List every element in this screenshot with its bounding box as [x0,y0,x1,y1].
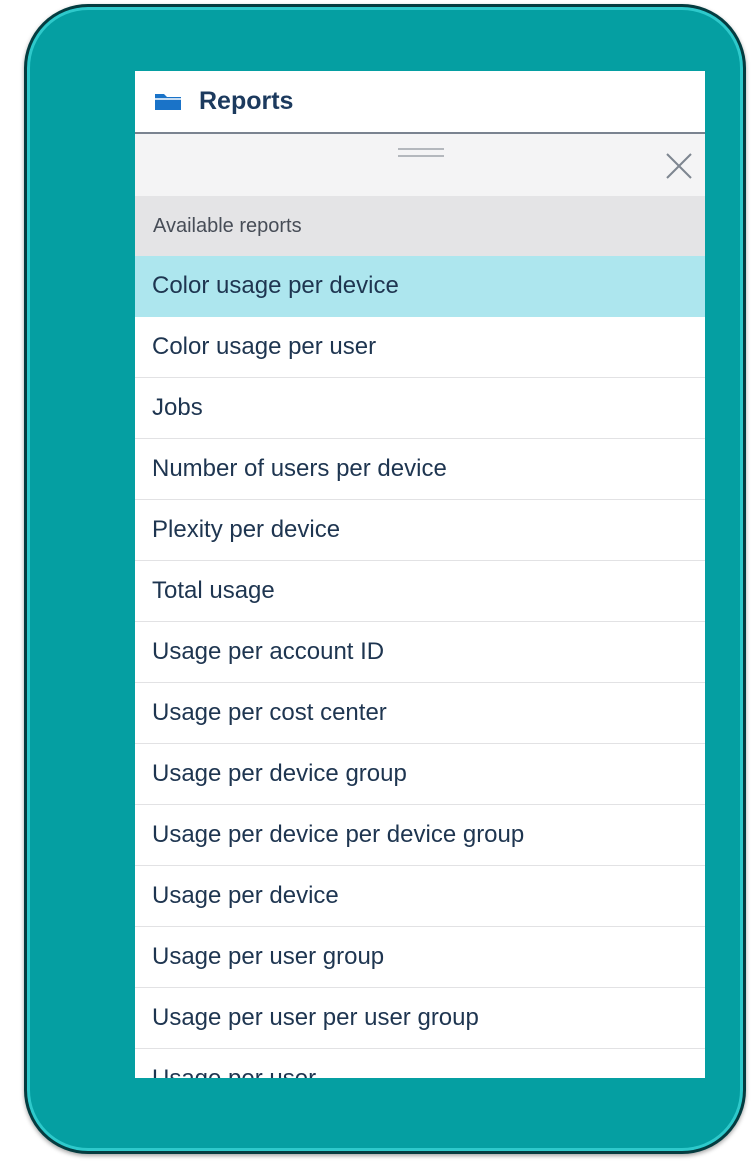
drag-handle-icon[interactable] [398,146,444,160]
close-icon[interactable] [665,152,693,180]
report-item-usage-per-user-group[interactable]: Usage per user group [135,927,705,988]
report-item-usage-per-user[interactable]: Usage per user [135,1049,705,1078]
report-item-total-usage[interactable]: Total usage [135,561,705,622]
report-item-usage-per-account-id[interactable]: Usage per account ID [135,622,705,683]
report-item-color-usage-per-device[interactable]: Color usage per device [135,256,705,317]
page-title: Reports [199,87,294,115]
folder-icon [155,93,181,110]
report-item-usage-per-device[interactable]: Usage per device [135,866,705,927]
report-item-color-usage-per-user[interactable]: Color usage per user [135,317,705,378]
report-item-jobs[interactable]: Jobs [135,378,705,439]
reports-header: Reports [135,71,705,134]
panel-toolbar [135,134,705,196]
report-list: Color usage per device Color usage per u… [135,256,705,1078]
device-frame: Reports Available reports Color usage pe… [24,4,746,1154]
report-item-usage-per-user-per-user-group[interactable]: Usage per user per user group [135,988,705,1049]
report-item-usage-per-device-group[interactable]: Usage per device group [135,744,705,805]
report-item-number-of-users-per-device[interactable]: Number of users per device [135,439,705,500]
report-item-usage-per-cost-center[interactable]: Usage per cost center [135,683,705,744]
report-item-plexity-per-device[interactable]: Plexity per device [135,500,705,561]
report-item-usage-per-device-per-device-group[interactable]: Usage per device per device group [135,805,705,866]
available-reports-heading: Available reports [135,196,705,256]
reports-screen: Reports Available reports Color usage pe… [135,71,705,1078]
